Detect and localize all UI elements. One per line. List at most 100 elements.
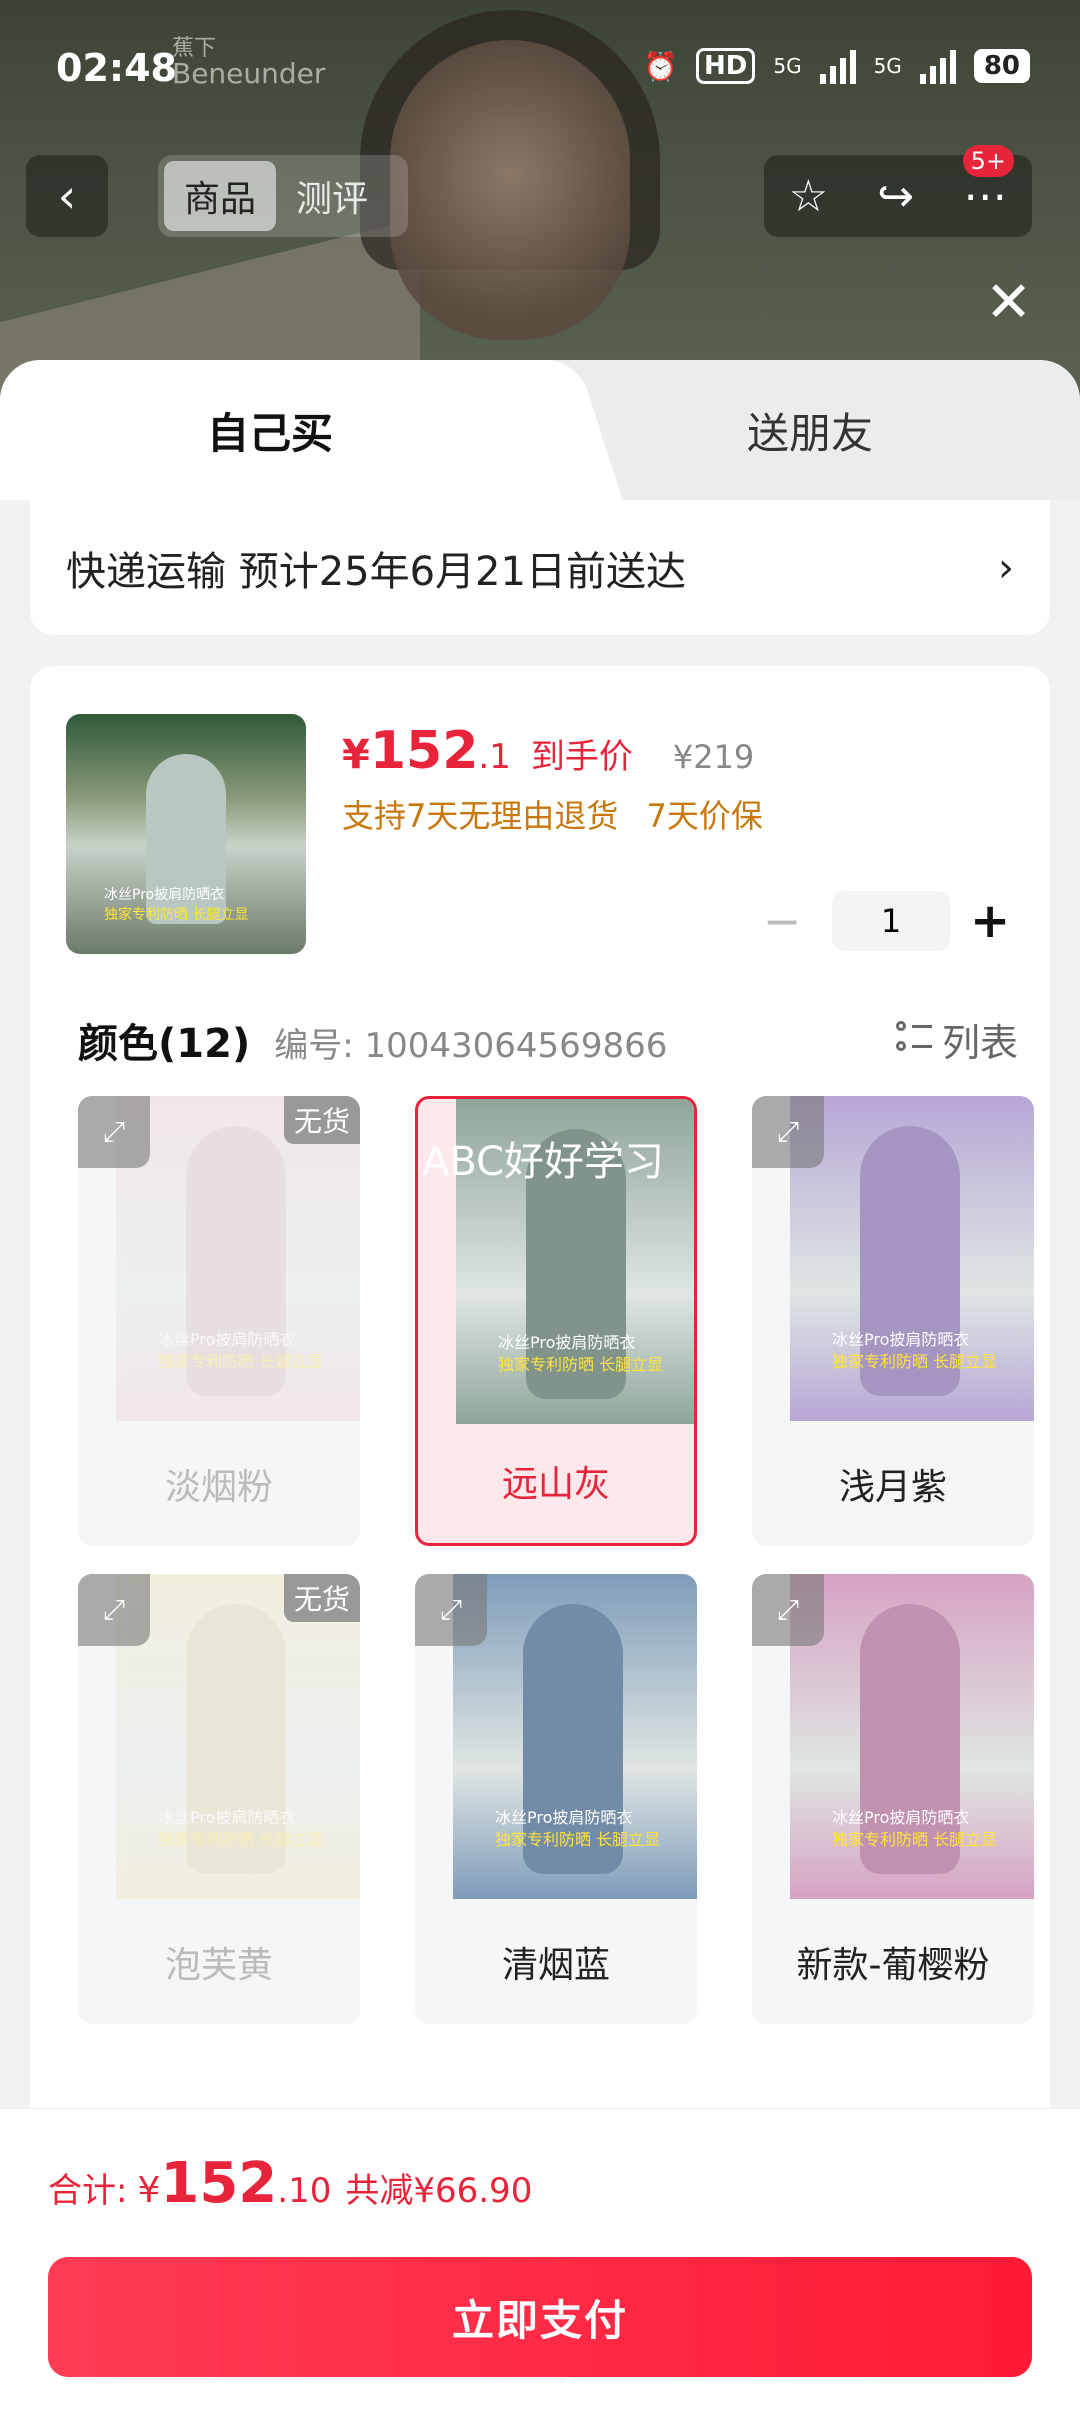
color-option-label: 泡芙黄 bbox=[164, 1944, 273, 1986]
net1-label: 5G bbox=[773, 54, 802, 78]
overlay-watermark-text: ABC好好学习 bbox=[422, 1139, 665, 1185]
alarm-icon: ⏰ bbox=[643, 49, 678, 83]
color-option[interactable]: 冰丝Pro披肩防晒衣 独家专利防晒 长腿立显 ⤢ 无货 泡芙黄 bbox=[78, 1574, 360, 2024]
color-option[interactable]: 冰丝Pro披肩防晒衣独家专利防晒 长腿立显 ABC好好学习远山灰 bbox=[415, 1096, 697, 1546]
color-title: 颜色(12) bbox=[78, 1021, 251, 1067]
list-view-label: 列表 bbox=[941, 1020, 1018, 1065]
color-option-image: 冰丝Pro披肩防晒衣独家专利防晒 长腿立显 bbox=[790, 1574, 1034, 1899]
total-symbol: ¥ bbox=[137, 2170, 161, 2211]
color-option[interactable]: 冰丝Pro披肩防晒衣 独家专利防晒 长腿立显 ⤢ 无货 淡烟粉 bbox=[78, 1096, 360, 1546]
status-icons: ⏰ HD 5G 5G 80 bbox=[643, 48, 1030, 84]
image-caption: 冰丝Pro披肩防晒衣 bbox=[158, 1330, 296, 1349]
color-header: 颜色(12) 编号: 10043064569866 列表 bbox=[78, 1011, 1018, 1069]
total-row: 合计: ¥ 152 .10 共减¥66.90 bbox=[48, 2151, 532, 2216]
quantity-value[interactable]: 1 bbox=[832, 891, 950, 951]
total-label: 合计: bbox=[48, 2171, 128, 2211]
sku-number: 编号: 10043064569866 bbox=[274, 1026, 668, 1066]
total-savings: 共减¥66.90 bbox=[345, 2171, 533, 2211]
price-row: ¥ 152 .1 到手价 ¥219 bbox=[342, 721, 754, 781]
out-of-stock-tag: 无货 bbox=[283, 1096, 360, 1144]
back-button[interactable]: ‹ bbox=[26, 155, 108, 237]
color-option-image: 冰丝Pro披肩防晒衣独家专利防晒 长腿立显 bbox=[453, 1574, 697, 1899]
price-tag: 到手价 bbox=[530, 737, 633, 777]
nav-tabs: 商品 测评 bbox=[158, 155, 408, 237]
notification-badge: 5+ bbox=[962, 145, 1014, 177]
list-view-toggle[interactable]: 列表 bbox=[895, 1012, 1018, 1067]
tab-gift-friend-label: 送朋友 bbox=[746, 408, 873, 458]
thumb-caption-2: 独家专利防晒 长腿立显 bbox=[104, 907, 249, 923]
price-decimal: .1 bbox=[478, 737, 511, 777]
battery-icon: 80 bbox=[973, 49, 1030, 83]
color-option-label: 清烟蓝 bbox=[501, 1944, 610, 1986]
tab-buy-self[interactable]: 自己买 bbox=[0, 360, 540, 500]
signal-icon bbox=[819, 48, 856, 84]
purchase-sheet: 自己买 送朋友 快递运输 预计25年6月21日前送达 › 冰丝Pro披肩防晒衣 … bbox=[0, 360, 1080, 2412]
brand-name: Beneunder bbox=[172, 57, 326, 90]
share-icon[interactable]: ↪ bbox=[877, 171, 914, 222]
more-icon[interactable]: ⋯ bbox=[963, 171, 1007, 222]
color-option-label: 远山灰 bbox=[501, 1463, 610, 1505]
color-option[interactable]: 冰丝Pro披肩防晒衣 独家专利防晒 长腿立显 ⤢ 浅月紫 bbox=[752, 1096, 1034, 1546]
expand-icon[interactable]: ⤢ bbox=[752, 1096, 824, 1168]
shipping-info-row[interactable]: 快递运输 预计25年6月21日前送达 › bbox=[30, 500, 1050, 635]
color-option[interactable]: 冰丝Pro披肩防晒衣 独家专利防晒 长腿立显 ⤢ 新款-葡樱粉 bbox=[752, 1574, 1034, 2024]
policy-row: 支持7天无理由退货 7天价保 bbox=[342, 791, 781, 837]
expand-icon[interactable]: ⤢ bbox=[78, 1574, 150, 1646]
image-caption: 冰丝Pro披肩防晒衣 bbox=[832, 1808, 970, 1827]
net2-label: 5G bbox=[873, 54, 902, 78]
expand-icon[interactable]: ⤢ bbox=[415, 1574, 487, 1646]
image-caption: 冰丝Pro披肩防晒衣 bbox=[495, 1808, 633, 1827]
status-time: 02:48 bbox=[56, 46, 177, 90]
image-caption-2: 独家专利防晒 长腿立显 bbox=[495, 1830, 661, 1849]
price-protect: 7天价保 bbox=[646, 797, 763, 835]
image-caption-2: 独家专利防晒 长腿立显 bbox=[832, 1830, 998, 1849]
expand-icon[interactable]: ⤢ bbox=[78, 1096, 150, 1168]
total-decimal: .10 bbox=[277, 2171, 332, 2211]
buy-tabs: 自己买 送朋友 bbox=[0, 360, 1080, 500]
tab-review[interactable]: 测评 bbox=[276, 161, 388, 231]
color-option-label: 淡烟粉 bbox=[164, 1466, 273, 1508]
top-nav: ‹ 商品 测评 ☆ ↪ ⋯ 5+ bbox=[0, 145, 1080, 239]
image-caption-2: 独家专利防晒 长腿立显 bbox=[498, 1355, 664, 1374]
checkout-bar: 合计: ¥ 152 .10 共减¥66.90 立即支付 bbox=[0, 2108, 1080, 2412]
image-caption-2: 独家专利防晒 长腿立显 bbox=[832, 1352, 998, 1371]
hd-icon: HD bbox=[696, 48, 756, 84]
chevron-right-icon: › bbox=[998, 544, 1014, 591]
color-option-image: 冰丝Pro披肩防晒衣独家专利防晒 长腿立显 bbox=[116, 1096, 360, 1421]
quantity-stepper: − 1 + bbox=[752, 891, 1010, 951]
tab-gift-friend[interactable]: 送朋友 bbox=[540, 360, 1080, 500]
increase-button[interactable]: + bbox=[970, 893, 1010, 949]
original-price: ¥219 bbox=[672, 738, 755, 776]
status-bar: 02:48 蕉下 Beneunder ⏰ HD 5G 5G 80 bbox=[0, 0, 1080, 140]
expand-icon[interactable]: ⤢ bbox=[752, 1574, 824, 1646]
pay-now-button[interactable]: 立即支付 bbox=[48, 2257, 1032, 2377]
tab-product[interactable]: 商品 bbox=[164, 161, 277, 231]
color-option-image: 冰丝Pro披肩防晒衣独家专利防晒 长腿立显 bbox=[116, 1574, 360, 1899]
return-policy: 支持7天无理由退货 bbox=[342, 797, 619, 835]
color-option-image: 冰丝Pro披肩防晒衣独家专利防晒 长腿立显 bbox=[790, 1096, 1034, 1421]
image-caption: 冰丝Pro披肩防晒衣 bbox=[498, 1333, 636, 1352]
thumb-caption: 冰丝Pro披肩防晒衣 bbox=[104, 887, 225, 903]
total-integer: 152 bbox=[160, 2151, 278, 2216]
image-caption: 冰丝Pro披肩防晒衣 bbox=[832, 1330, 970, 1349]
star-icon[interactable]: ☆ bbox=[789, 171, 828, 222]
decrease-button[interactable]: − bbox=[752, 894, 812, 948]
color-option-label: 浅月紫 bbox=[838, 1466, 947, 1508]
image-caption: 冰丝Pro披肩防晒衣 bbox=[158, 1808, 296, 1827]
color-option[interactable]: 冰丝Pro披肩防晒衣 独家专利防晒 长腿立显 ⤢ 清烟蓝 bbox=[415, 1574, 697, 2024]
shipping-text: 快递运输 预计25年6月21日前送达 bbox=[66, 548, 686, 595]
close-icon[interactable]: ✕ bbox=[985, 270, 1032, 335]
brand-watermark: 蕉下 Beneunder bbox=[172, 38, 325, 88]
nav-actions: ☆ ↪ ⋯ 5+ bbox=[764, 145, 1032, 237]
image-caption-2: 独家专利防晒 长腿立显 bbox=[158, 1352, 324, 1371]
price-integer: 152 bbox=[369, 721, 479, 781]
product-thumbnail[interactable]: 冰丝Pro披肩防晒衣 独家专利防晒 长腿立显 bbox=[66, 714, 306, 954]
chevron-left-icon: ‹ bbox=[57, 169, 77, 223]
image-caption-2: 独家专利防晒 长腿立显 bbox=[158, 1830, 324, 1849]
tab-buy-self-label: 自己买 bbox=[206, 408, 333, 458]
color-option-label: 新款-葡樱粉 bbox=[796, 1944, 990, 1986]
list-icon bbox=[895, 1021, 932, 1057]
out-of-stock-tag: 无货 bbox=[283, 1574, 360, 1622]
price-symbol: ¥ bbox=[342, 732, 370, 778]
signal-icon-2 bbox=[919, 48, 956, 84]
